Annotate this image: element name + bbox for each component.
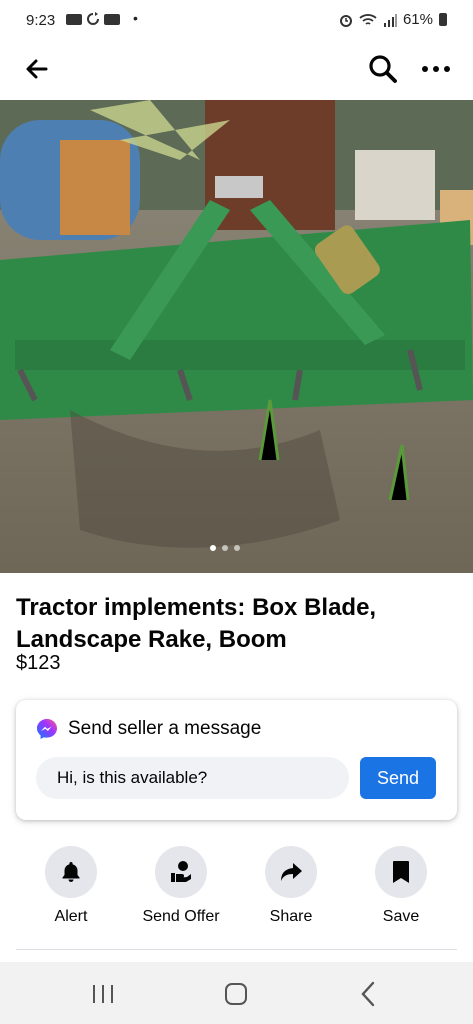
more-icon[interactable] <box>418 54 454 84</box>
back-arrow-icon[interactable] <box>22 54 52 84</box>
listing-price: $123 <box>16 652 61 674</box>
share-button[interactable]: Share <box>236 846 346 926</box>
photo-carousel-dots <box>210 545 240 551</box>
listing-photo[interactable] <box>0 100 473 573</box>
carousel-dot <box>210 545 216 551</box>
system-nav-bar <box>0 962 473 1024</box>
bookmark-icon <box>393 861 409 883</box>
message-input[interactable] <box>36 757 349 799</box>
status-time: 9:23 <box>26 12 56 29</box>
action-row: Alert Send Offer Share Save <box>0 846 473 936</box>
divider <box>16 949 457 950</box>
send-message-card: Send seller a message Send <box>16 700 457 820</box>
share-icon <box>281 863 302 881</box>
youtube-icon <box>66 13 82 25</box>
alert-circle[interactable] <box>45 846 97 898</box>
home-icon[interactable] <box>222 982 250 1006</box>
alert-button[interactable]: Alert <box>16 846 126 926</box>
send-button[interactable]: Send <box>360 757 436 799</box>
message-heading: Send seller a message <box>68 718 262 739</box>
bell-icon <box>62 862 80 882</box>
send-offer-label: Send Offer <box>142 908 220 925</box>
share-label: Share <box>269 908 313 925</box>
battery-icon <box>439 13 447 26</box>
save-button[interactable]: Save <box>346 846 456 926</box>
save-label: Save <box>382 908 420 925</box>
battery-percent: 61% <box>402 11 433 28</box>
message-header: Send seller a message <box>36 718 261 740</box>
sync-icon <box>87 12 99 25</box>
signal-icon <box>383 13 397 27</box>
back-icon[interactable] <box>356 980 380 1008</box>
status-system-icons: 61% <box>339 11 447 28</box>
youtube-icon <box>104 13 120 25</box>
alert-label: Alert <box>54 908 88 925</box>
box-blade-photo <box>0 100 473 573</box>
wifi-icon <box>359 13 377 25</box>
share-circle[interactable] <box>265 846 317 898</box>
status-dot: • <box>133 10 138 26</box>
status-bar: 9:23 • 61% <box>0 0 473 42</box>
send-offer-circle[interactable] <box>155 846 207 898</box>
offer-icon <box>171 861 191 882</box>
top-bar <box>0 42 473 100</box>
send-offer-button[interactable]: Send Offer <box>126 846 236 926</box>
messenger-icon <box>37 719 57 739</box>
carousel-dot <box>222 545 228 551</box>
search-icon[interactable] <box>366 52 400 86</box>
save-circle[interactable] <box>375 846 427 898</box>
carousel-dot <box>234 545 240 551</box>
recent-apps-icon[interactable] <box>88 982 118 1006</box>
listing-title: Tractor implements: Box Blade, Landscape… <box>16 594 377 653</box>
status-app-icons <box>66 12 120 26</box>
alarm-icon <box>339 14 352 27</box>
